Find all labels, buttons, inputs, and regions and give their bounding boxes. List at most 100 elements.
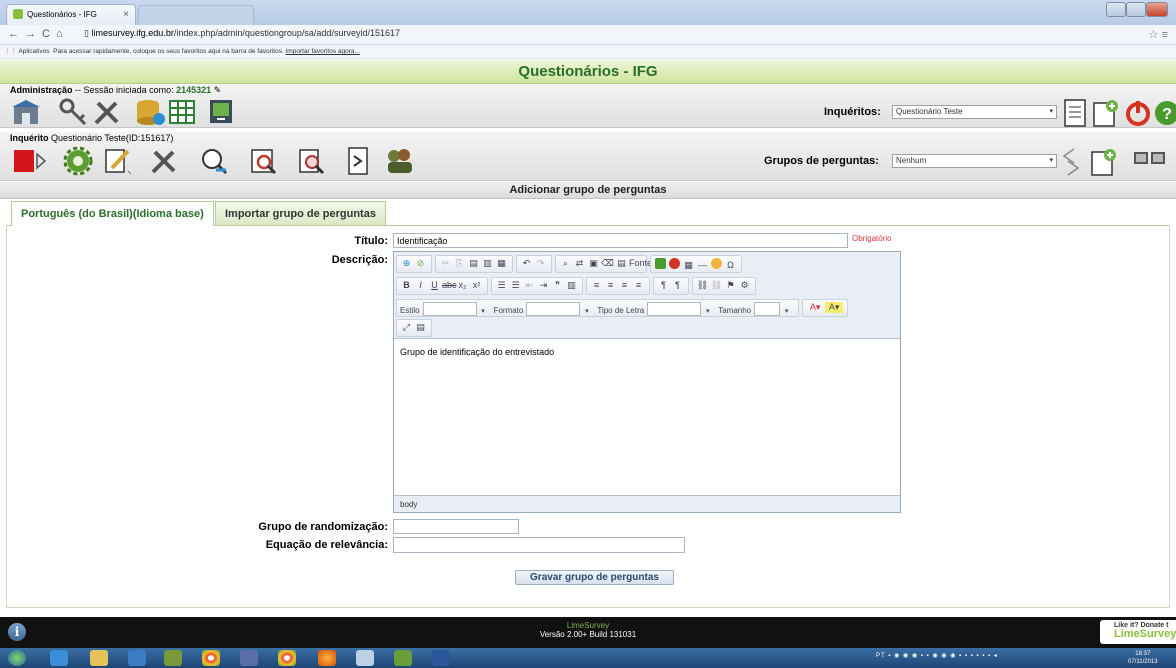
redo-icon[interactable]: ↷ (534, 258, 547, 269)
table-grid-icon[interactable] (166, 97, 198, 127)
style-select[interactable] (422, 302, 477, 316)
survey-tools-icon[interactable] (148, 146, 180, 176)
lime-expression-icon[interactable]: ⊕ (400, 258, 413, 269)
forward-icon[interactable]: → (25, 28, 42, 40)
format-select[interactable] (526, 302, 581, 316)
show-blocks-icon[interactable]: ▤ (414, 322, 427, 333)
find-icon[interactable]: ⌕ (559, 258, 572, 269)
survey-display-export-icon[interactable] (198, 146, 230, 176)
numbered-list-icon[interactable]: ☰ (495, 280, 508, 291)
apps-icon[interactable]: ⋮⋮ (4, 48, 17, 55)
replace-icon[interactable]: ⇄ (573, 258, 586, 269)
smiley-icon[interactable] (710, 258, 723, 270)
outdent-icon[interactable]: ⇤ (523, 280, 536, 291)
description-text-area[interactable]: Grupo de identificação do entrevistado (394, 338, 900, 496)
start-button-icon[interactable] (8, 650, 26, 666)
strike-icon[interactable]: abc (442, 280, 457, 290)
bookmark-star-icon[interactable]: ☆ ≡ (1149, 28, 1168, 41)
file-explorer-icon[interactable] (90, 650, 108, 666)
global-settings-tools-icon[interactable] (91, 97, 123, 127)
lime-replacements-icon[interactable]: ⊘ (414, 258, 427, 269)
bookmarks-import-link[interactable]: Importar favoritos agora... (286, 48, 360, 55)
source-label[interactable]: Fonte (629, 258, 652, 268)
hr-icon[interactable]: — (696, 260, 709, 270)
copy-icon[interactable]: ⎘ (453, 258, 466, 269)
database-check-icon[interactable] (134, 97, 166, 127)
italic-icon[interactable]: I (414, 280, 427, 290)
indent-icon[interactable]: ⇥ (537, 280, 550, 291)
browser-tab-blank[interactable] (138, 5, 254, 25)
firefox-icon[interactable] (318, 650, 336, 666)
link-icon[interactable]: ⛓ (696, 280, 709, 291)
underline-icon[interactable]: U (428, 280, 441, 290)
footer-brand[interactable]: LimeSurvey (0, 621, 1176, 630)
blockquote-icon[interactable]: ❞ (551, 280, 564, 291)
text-color-icon[interactable]: A▾ (806, 302, 824, 313)
activate-survey-icon[interactable] (12, 146, 48, 176)
toggle-panels-icon[interactable] (1132, 143, 1168, 173)
list-survey-icon[interactable] (1062, 98, 1088, 128)
undo-icon[interactable]: ↶ (520, 258, 533, 269)
question-groups-select[interactable]: Nenhum ▾ (892, 154, 1057, 168)
url-input[interactable]: ▯ limesurvey.ifg.edu.br/index.php/admin/… (84, 28, 1124, 43)
word-icon[interactable] (432, 650, 450, 666)
preview-icon[interactable]: ⚙ (738, 280, 751, 291)
relevance-input[interactable] (393, 537, 685, 553)
edit-pencil-icon[interactable]: ✎ (211, 85, 222, 95)
align-center-icon[interactable]: ≡ (604, 280, 617, 290)
browse-responses-icon[interactable] (296, 146, 328, 176)
randomization-input[interactable] (393, 519, 519, 534)
internet-explorer-icon[interactable] (50, 650, 68, 666)
reload-icon[interactable]: C (42, 28, 56, 40)
media-player-icon[interactable] (128, 650, 146, 666)
special-char-icon[interactable]: Ω (724, 260, 737, 270)
info-icon[interactable]: i (8, 623, 26, 641)
close-window-button[interactable] (1146, 2, 1168, 17)
home-icon[interactable]: ⌂ (56, 28, 69, 40)
unlink-icon[interactable]: ⛓ (710, 280, 723, 291)
table-icon[interactable]: ▦ (682, 260, 695, 271)
tray-language[interactable]: PT (876, 653, 886, 659)
survey-responses-icon[interactable] (248, 146, 280, 176)
add-question-group-icon[interactable] (1088, 147, 1118, 177)
rtl-icon[interactable]: ¶ (671, 280, 684, 290)
subscript-icon[interactable]: x₂ (456, 280, 469, 290)
anchor-icon[interactable]: ⚑ (724, 280, 737, 291)
token-participants-icon[interactable] (384, 146, 416, 176)
image-icon[interactable] (654, 258, 667, 270)
donate-badge[interactable]: Like it? Donate t LimeSurvey (1100, 620, 1176, 644)
survey-summary-icon[interactable] (346, 146, 372, 176)
paste-word-icon[interactable]: ▦ (495, 258, 508, 269)
flash-icon[interactable] (668, 258, 681, 270)
div-icon[interactable]: ▥ (565, 280, 578, 291)
back-icon[interactable]: ← (8, 28, 25, 40)
source-icon[interactable]: ▤ (615, 258, 628, 269)
align-justify-icon[interactable]: ≡ (632, 280, 645, 290)
windows-app-icon[interactable] (240, 650, 258, 666)
select-all-icon[interactable]: ▣ (587, 258, 600, 269)
chevron-down-icon[interactable]: ▾ (580, 307, 593, 315)
minimize-button[interactable] (1106, 2, 1126, 17)
chevron-down-icon[interactable]: ▾ (780, 307, 793, 315)
tab-language-base[interactable]: Português (do Brasil)(Idioma base) (11, 201, 214, 226)
superscript-icon[interactable]: x² (470, 280, 483, 290)
help-icon[interactable]: ? (1152, 98, 1176, 128)
chrome-icon[interactable] (202, 650, 220, 666)
add-survey-icon[interactable] (1090, 98, 1120, 128)
logout-power-icon[interactable] (1124, 98, 1152, 128)
remove-format-icon[interactable]: ⌫ (601, 258, 614, 269)
paste-icon[interactable]: ▤ (467, 258, 480, 269)
excel-icon[interactable] (394, 650, 412, 666)
chevron-down-icon[interactable]: ▾ (701, 307, 714, 315)
paste-text-icon[interactable]: ▥ (481, 258, 494, 269)
browser-tab[interactable]: Questionários - IFG × (6, 4, 136, 25)
save-question-group-button[interactable]: Gravar grupo de perguntas (515, 570, 674, 585)
chevron-down-icon[interactable]: ▾ (477, 307, 490, 315)
font-select[interactable] (647, 302, 702, 316)
close-tab-icon[interactable]: × (123, 9, 129, 20)
title-input[interactable]: Identificação (393, 233, 848, 248)
surveys-select[interactable]: Questionário Teste ▾ (892, 105, 1057, 119)
align-left-icon[interactable]: ≡ (590, 280, 603, 290)
bulleted-list-icon[interactable]: ☰ (509, 280, 522, 291)
tab-import-question-group[interactable]: Importar grupo de perguntas (215, 201, 386, 225)
